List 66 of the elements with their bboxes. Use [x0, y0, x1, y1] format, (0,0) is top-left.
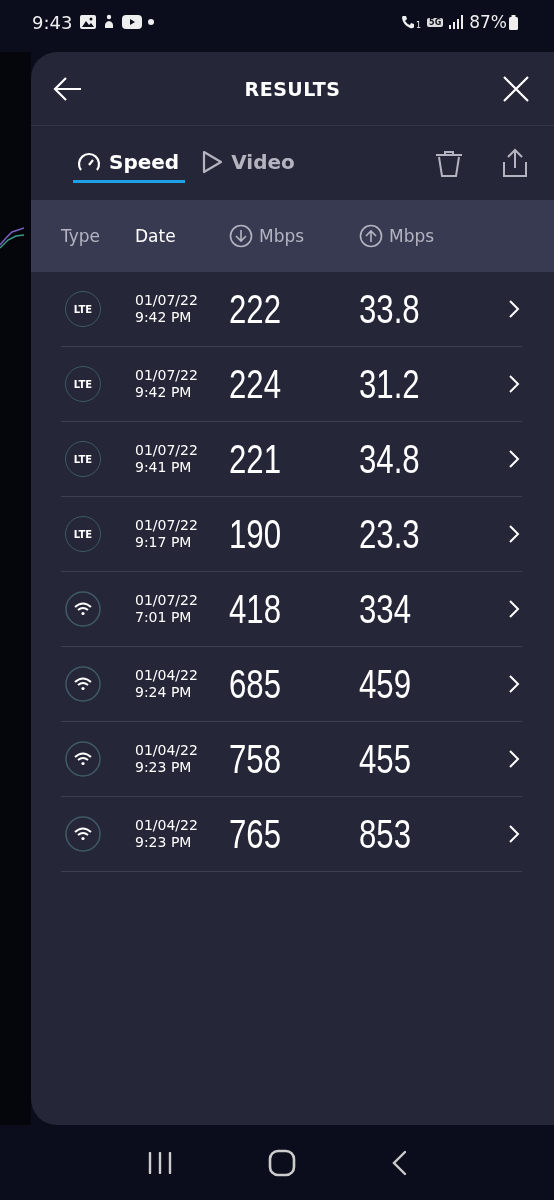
date-cell-text: 01/07/22 7:01 PM: [135, 592, 199, 626]
wifi-icon: [65, 741, 101, 777]
upload-value: 334: [359, 586, 413, 632]
battery-percent: 87%: [469, 12, 507, 32]
gallery-icon: [80, 15, 97, 29]
upload-value: 455: [359, 736, 413, 782]
result-row[interactable]: LTE 01/07/22 9:17 PM 190 23.3: [61, 497, 522, 572]
chevron-right-icon: [508, 599, 520, 619]
network-badge: 5G: [427, 17, 444, 27]
chevron-right-icon: [508, 299, 520, 319]
line-chart-drawing: [0, 227, 24, 249]
date-cell-text: 01/07/22 9:41 PM: [135, 442, 199, 476]
speedometer-icon: [77, 150, 101, 173]
result-row[interactable]: 01/04/22 9:24 PM 685 459: [61, 647, 522, 722]
result-row[interactable]: LTE 01/07/22 9:42 PM 224 31.2: [61, 347, 522, 422]
chevron-right-icon: [508, 749, 520, 769]
download-value: 418: [229, 586, 283, 632]
download-value: 758: [229, 736, 283, 782]
download-value: 222: [229, 286, 283, 332]
upload-value: 33.8: [359, 286, 421, 332]
column-header: Type: [61, 226, 102, 246]
chevron-right-icon: [508, 374, 520, 394]
chevron-right-icon: [508, 449, 520, 469]
signal-icon: [449, 15, 464, 29]
tab[interactable]: Video: [197, 143, 301, 183]
column-header: Mbps: [359, 224, 435, 248]
play-icon: [201, 149, 224, 174]
phone-icon: [399, 14, 416, 30]
battery-icon: [509, 14, 518, 30]
date-cell-text: 01/04/22 9:23 PM: [135, 817, 199, 851]
download-value: 224: [229, 361, 283, 407]
download-value: 221: [229, 436, 283, 482]
video-play-icon: [122, 15, 143, 29]
dot-icon: [148, 19, 155, 25]
result-row[interactable]: 01/04/22 9:23 PM 765 853: [61, 797, 522, 872]
date-cell-text: 01/07/22 9:42 PM: [135, 292, 199, 326]
chevron-right-icon: [508, 524, 520, 544]
column-header: Mbps: [229, 224, 359, 248]
download-value: 685: [229, 661, 283, 707]
date-cell-text: 01/07/22 9:17 PM: [135, 517, 199, 551]
upload-value: 31.2: [359, 361, 421, 407]
date-cell-text: 01/07/22 9:42 PM: [135, 367, 199, 401]
download-value: 190: [229, 511, 283, 557]
chevron-right-icon: [508, 674, 520, 694]
result-row[interactable]: LTE 01/07/22 9:41 PM 221 34.8: [61, 422, 522, 497]
upload-value: 34.8: [359, 436, 421, 482]
result-row[interactable]: 01/07/22 7:01 PM 418 334: [61, 572, 522, 647]
tab[interactable]: Speed: [73, 143, 186, 183]
upload-value: 853: [359, 811, 413, 857]
clock: 9:43: [32, 11, 73, 33]
upload-value: 459: [359, 661, 413, 707]
result-row[interactable]: 01/04/22 9:23 PM 758 455: [61, 722, 522, 797]
wifi-icon: [65, 591, 101, 627]
wifi-icon: [65, 816, 101, 852]
wifi-icon: [65, 666, 101, 702]
chevron-right-icon: [508, 824, 520, 844]
upload-icon: [359, 224, 383, 248]
column-header: Date: [135, 226, 177, 246]
window-title: RESULTS: [244, 77, 341, 100]
download-icon: [229, 224, 253, 248]
date-cell-text: 01/04/22 9:24 PM: [135, 667, 199, 701]
date-cell-text: 01/04/22 9:23 PM: [135, 742, 199, 776]
download-value: 765: [229, 811, 283, 857]
result-row[interactable]: LTE 01/07/22 9:42 PM 222 33.8: [61, 272, 522, 347]
upload-value: 23.3: [359, 511, 421, 557]
sim-number: 1: [415, 21, 422, 30]
